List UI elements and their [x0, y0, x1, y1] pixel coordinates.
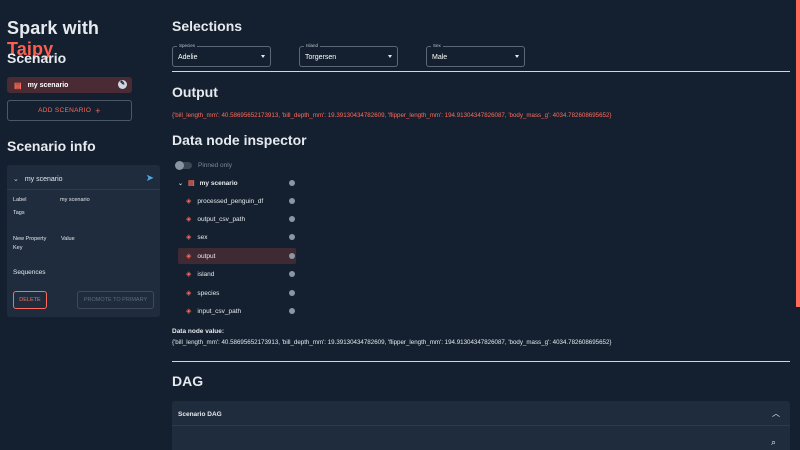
data-node-value: {'bill_length_mm': 40.58695652173913, 'b…	[172, 339, 612, 346]
scrollbar[interactable]	[796, 0, 800, 307]
tree-node[interactable]: ◈ output_csv_path	[178, 211, 296, 227]
pin-icon[interactable]	[289, 198, 295, 204]
pin-icon[interactable]	[289, 216, 295, 222]
tree-node[interactable]: ◈ sex	[178, 229, 296, 245]
pinned-only-label: Pinned only	[198, 162, 232, 169]
pin-icon[interactable]	[289, 180, 295, 186]
selections-heading: Selections	[172, 18, 243, 34]
tree-node-label: sex	[197, 233, 208, 241]
species-value: Adelie	[178, 54, 198, 61]
species-caption: Species	[177, 43, 198, 48]
new-property-key-label[interactable]: New Property	[13, 236, 46, 242]
scenario-icon: ▤	[14, 80, 22, 90]
pin-icon[interactable]	[289, 253, 295, 259]
island-select[interactable]: Island Torgersen	[299, 43, 398, 67]
tree-node[interactable]: ◈ input_csv_path	[178, 303, 296, 319]
scenario-info-heading: Scenario info	[7, 138, 96, 154]
tree-node-label: output_csv_path	[197, 215, 246, 223]
island-caption: Island	[304, 43, 321, 48]
label-value[interactable]: my scenario	[60, 197, 90, 203]
data-node-icon: ◈	[186, 290, 192, 297]
tree-node-label: output	[197, 252, 216, 260]
tree-root-scenario[interactable]: ⌄ ▤ my scenario	[178, 178, 296, 188]
data-node-icon: ◈	[186, 271, 192, 278]
zoom-icon[interactable]: ⌕	[771, 437, 776, 448]
data-node-icon: ◈	[186, 216, 192, 223]
toggle-track[interactable]	[175, 161, 192, 170]
pin-icon[interactable]	[289, 234, 295, 240]
divider	[172, 71, 790, 72]
dropdown-arrow-icon	[388, 55, 392, 58]
dropdown-arrow-icon	[515, 55, 519, 58]
data-node-inspector-heading: Data node inspector	[172, 132, 307, 148]
plus-icon: +	[95, 105, 101, 116]
toggle-knob	[175, 161, 184, 170]
output-text: {'bill_length_mm': 40.58695652173913, 'b…	[172, 112, 612, 119]
sequences-label[interactable]: Sequences	[13, 269, 46, 276]
data-node-icon: ◈	[186, 198, 192, 205]
chevron-down-icon[interactable]: ⌄	[178, 180, 183, 187]
tree-node-label: island	[197, 270, 215, 278]
edit-icon[interactable]: ✎	[118, 80, 127, 89]
data-node-value-label: Data node value:	[172, 328, 225, 335]
pin-icon[interactable]	[289, 290, 295, 296]
chevron-up-icon[interactable]: ︿	[772, 408, 780, 419]
tree-node-label: species	[197, 289, 220, 297]
scenario-item-label: my scenario	[27, 81, 69, 89]
new-property-value-label[interactable]: Value	[61, 236, 75, 242]
app-title-prefix: Spark with	[7, 18, 100, 38]
data-node-icon: ◈	[186, 308, 192, 315]
species-select[interactable]: Species Adelie	[172, 43, 271, 67]
new-property-key-label-2[interactable]: Key	[13, 245, 22, 251]
chevron-down-icon: ⌄	[13, 176, 19, 183]
tags-key: Tags	[13, 210, 25, 216]
add-scenario-label: ADD SCENARIO	[38, 107, 92, 114]
sidebar: Spark with Taipy Scenario ▤ my scenario …	[0, 0, 160, 450]
dropdown-arrow-icon	[261, 55, 265, 58]
scenario-heading: Scenario	[7, 50, 67, 66]
pinned-only-toggle[interactable]: Pinned only	[175, 161, 232, 170]
scenario-icon: ▤	[188, 180, 195, 187]
sex-select[interactable]: Sex Male	[426, 43, 525, 67]
scenario-dag-card: Scenario DAG ︿ ⌕	[172, 401, 790, 450]
data-node-icon: ◈	[186, 253, 192, 260]
scenario-info-title: my scenario	[24, 176, 63, 183]
output-heading: Output	[172, 84, 218, 100]
tree-root-label: my scenario	[199, 179, 238, 187]
scenario-list-item[interactable]: ▤ my scenario ✎	[7, 77, 132, 93]
add-scenario-button[interactable]: ADD SCENARIO +	[7, 100, 132, 121]
scenario-info-header[interactable]: ⌄ my scenario	[13, 175, 63, 183]
divider	[172, 425, 790, 426]
sex-value: Male	[432, 54, 448, 61]
tree-node[interactable]: ◈ species	[178, 285, 296, 301]
divider	[172, 361, 790, 362]
main-content: Selections Species Adelie Island Torgers…	[172, 0, 790, 450]
scenario-dag-title: Scenario DAG	[178, 411, 222, 418]
promote-to-primary-button[interactable]: PROMOTE TO PRIMARY	[77, 291, 154, 309]
pin-icon[interactable]	[289, 308, 295, 314]
label-key: Label	[13, 197, 27, 203]
tree-node-label: input_csv_path	[197, 307, 242, 315]
sex-caption: Sex	[431, 43, 443, 48]
tree-node[interactable]: ◈ island	[178, 266, 296, 282]
tree-node[interactable]: ◈ processed_penguin_df	[178, 193, 296, 209]
dag-heading: DAG	[172, 373, 204, 389]
island-value: Torgersen	[305, 54, 337, 61]
scenario-info-card: ⌄ my scenario ➤ Label my scenario Tags N…	[7, 165, 160, 317]
divider	[7, 189, 160, 190]
delete-button[interactable]: DELETE	[13, 291, 47, 309]
tree-node-selected[interactable]: ◈ output	[178, 248, 296, 264]
data-node-icon: ◈	[186, 234, 192, 241]
submit-icon[interactable]: ➤	[146, 173, 154, 184]
tree-node-label: processed_penguin_df	[197, 197, 264, 205]
pin-icon[interactable]	[289, 271, 295, 277]
